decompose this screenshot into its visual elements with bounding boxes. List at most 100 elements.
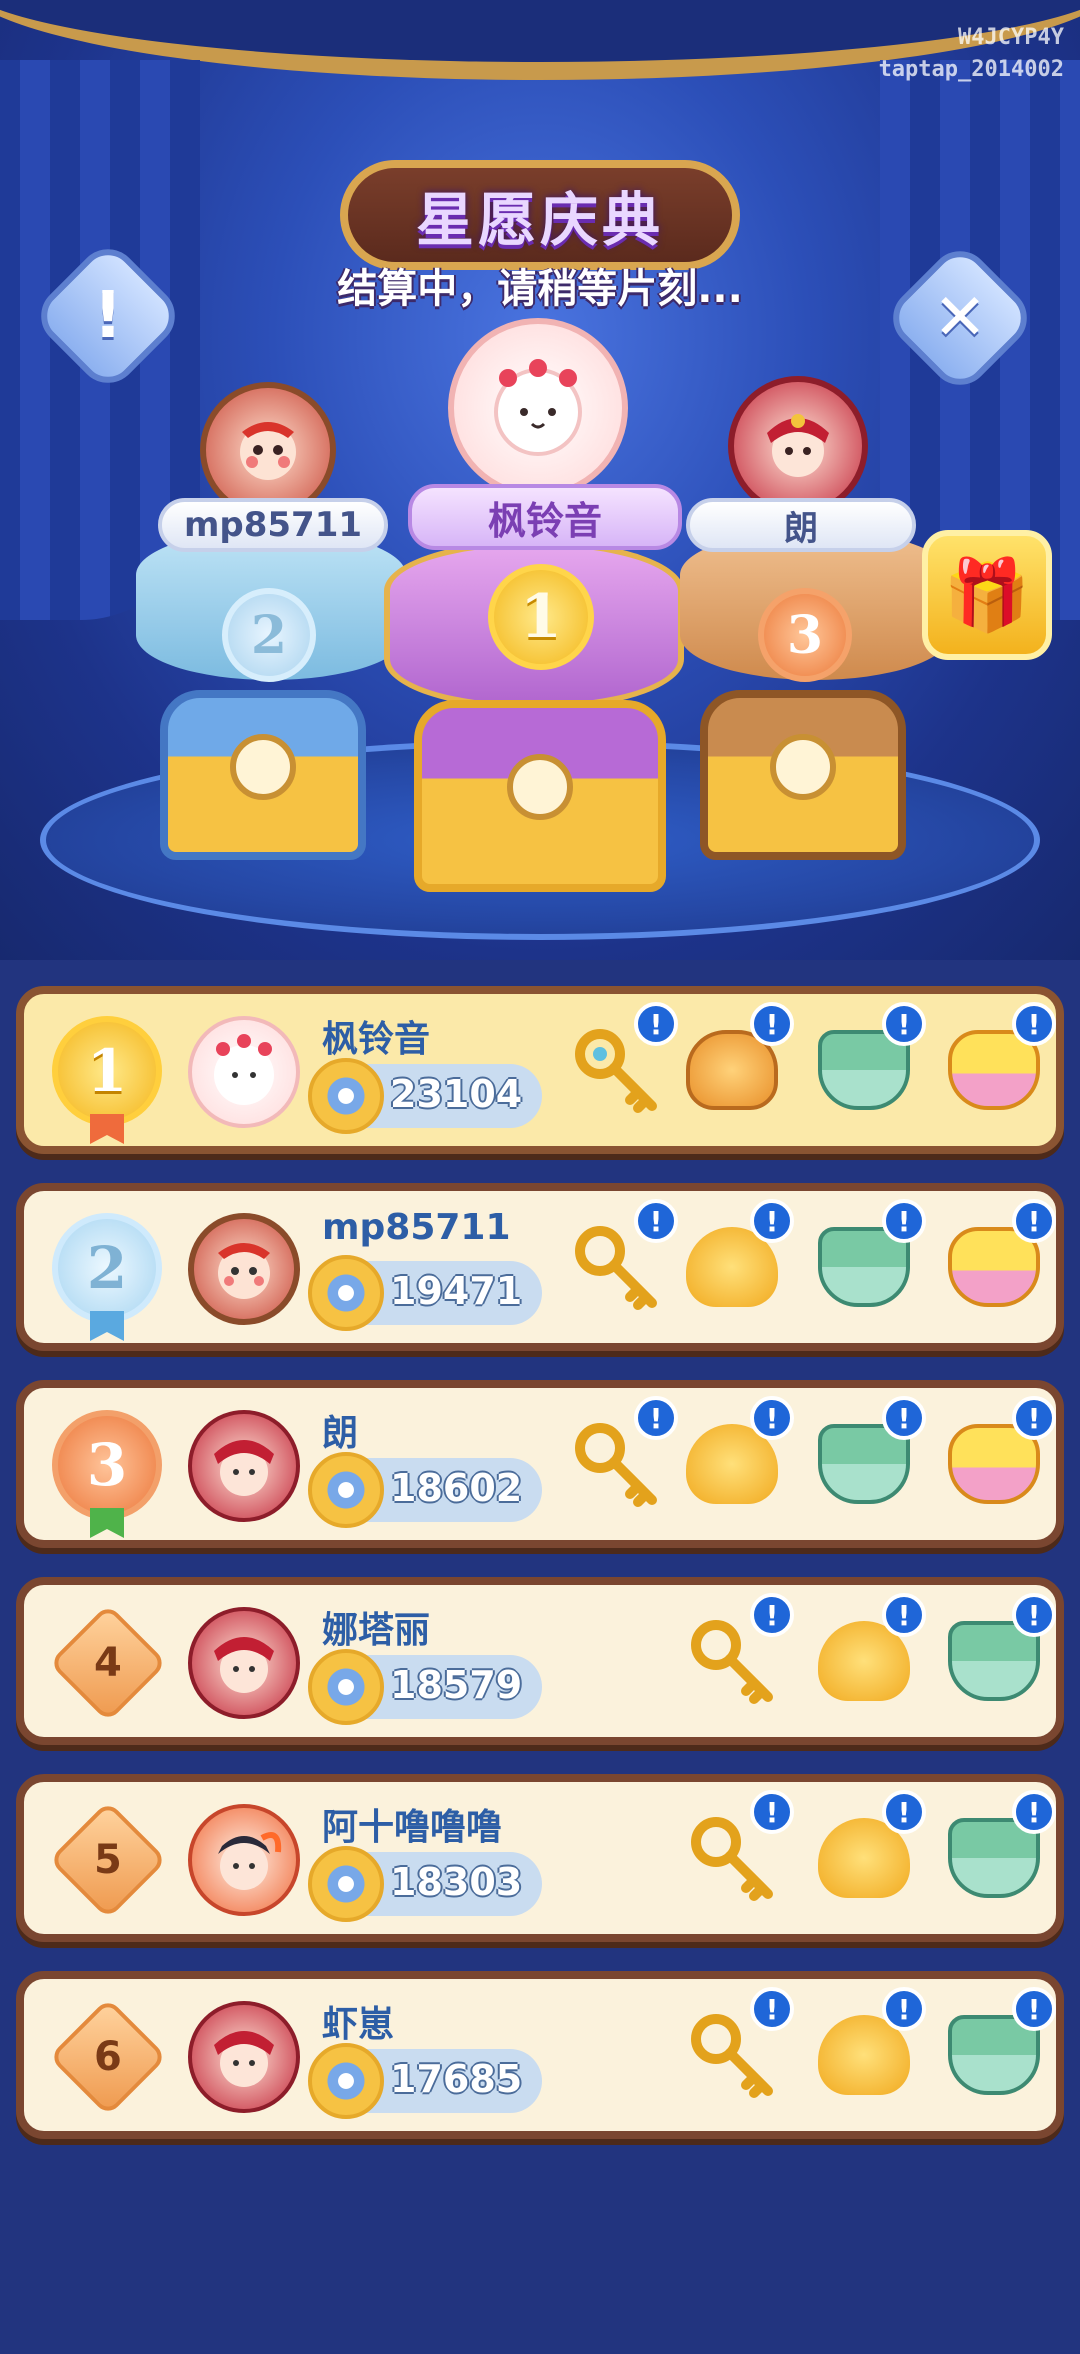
reward-item[interactable]: ! [938,1593,1056,1717]
avatar[interactable] [188,1410,300,1522]
info-badge-icon[interactable]: ! [750,1396,794,1440]
flower-icon [308,2043,384,2119]
rank-diamond-badge: 6 [48,1997,168,2117]
reward-item[interactable]: ! [938,1396,1056,1520]
reward-item[interactable]: ! [676,1593,794,1717]
avatar[interactable] [188,1607,300,1719]
reward-item[interactable]: ! [676,1790,794,1914]
rank-diamond-badge: 4 [48,1603,168,1723]
score-pill: 17685 [308,2043,542,2119]
info-badge-icon[interactable]: ! [1012,1593,1056,1637]
flower-icon [308,1649,384,1725]
info-badge-icon[interactable]: ! [1012,1790,1056,1834]
reward-item[interactable]: ! [808,1790,926,1914]
reward-item[interactable]: ! [808,1002,926,1126]
flower-icon [308,1846,384,1922]
info-badge-icon[interactable]: ! [882,1199,926,1243]
bunny-cake-avatar-icon [494,359,582,456]
info-badge-icon[interactable]: ! [882,1593,926,1637]
ranking-row[interactable]: 5 阿十噜噜噜 18303 ! ! ! [16,1774,1064,1942]
info-badge-icon[interactable]: ! [882,1396,926,1440]
reward-item[interactable]: ! [938,1002,1056,1126]
score-value: 18579 [390,1663,523,1707]
info-badge-icon[interactable]: ! [882,1002,926,1046]
treasure-chest-rank-1[interactable] [414,700,666,892]
reward-item[interactable]: ! [938,1199,1056,1323]
info-badge-icon[interactable]: ! [1012,1396,1056,1440]
opera-girl-avatar-icon [214,2031,274,2087]
silver-medal-icon: 2 [52,1213,162,1323]
ranking-row[interactable]: 4 娜塔丽 18579 ! ! ! [16,1577,1064,1745]
gift-button[interactable]: 🎁 [922,530,1052,660]
info-badge-icon[interactable]: ! [1012,1987,1056,2031]
reward-item[interactable]: ! [808,1199,926,1323]
player-name: 朗 [322,1413,359,1454]
podium-name-rank-3: 朗 [686,498,916,552]
reward-item[interactable]: ! [676,1199,794,1323]
avatar[interactable] [188,2001,300,2113]
podium-avatar-rank-3[interactable] [728,376,868,516]
flower-icon [308,1058,384,1134]
info-badge-icon[interactable]: ! [882,1987,926,2031]
info-badge-icon[interactable]: ! [750,1790,794,1834]
podium-avatar-rank-1[interactable] [448,318,628,498]
reward-item[interactable]: ! [808,1593,926,1717]
reward-item[interactable]: ! [560,1002,678,1126]
info-badge-icon[interactable]: ! [1012,1199,1056,1243]
score-value: 18602 [390,1466,523,1510]
rank-number: 4 [94,1640,122,1686]
score-pill: 23104 [308,1058,542,1134]
treasure-chest-rank-3[interactable] [700,690,906,860]
avatar[interactable] [188,1213,300,1325]
bronze-medal-icon: 3 [52,1410,162,1520]
player-name: 枫铃音 [322,1019,431,1060]
watermark-line-1: W4JCYP4Y [958,25,1064,50]
treasure-chest-rank-2[interactable] [160,690,366,860]
info-badge-icon[interactable]: ! [1012,1002,1056,1046]
info-badge-icon[interactable]: ! [882,1790,926,1834]
info-badge-icon[interactable]: ! [634,1396,678,1440]
exclamation-icon: ! [93,279,123,353]
info-badge-icon[interactable]: ! [750,1987,794,2031]
reward-item[interactable]: ! [676,1396,794,1520]
page-title: 星愿庆典 [415,186,664,254]
reward-item[interactable]: ! [676,1002,794,1126]
info-badge-icon[interactable]: ! [750,1593,794,1637]
score-value: 23104 [390,1072,523,1116]
lion-dance-avatar-icon [218,1243,270,1299]
podium-medal-rank-2: 2 [222,588,316,682]
score-pill: 18602 [308,1452,542,1528]
player-name: 虾崽 [322,2004,395,2045]
ranking-row[interactable]: 1 枫铃音 23104 ! ! ! ! [16,986,1064,1154]
bunny-cake-avatar-icon [214,1034,274,1105]
info-badge-icon[interactable]: ! [634,1199,678,1243]
opera-girl-avatar-icon [767,414,829,477]
medal-ribbon [90,1311,124,1341]
reward-item[interactable]: ! [560,1396,678,1520]
reward-item[interactable]: ! [560,1199,678,1323]
podium-name-rank-2: mp85711 [158,498,388,552]
reward-item[interactable]: ! [938,1987,1056,2111]
ranking-list: 1 枫铃音 23104 ! ! ! ! 2 mp85711 19471 ! ! … [16,986,1064,2168]
player-name: mp85711 [322,1207,511,1248]
info-badge-icon[interactable]: ! [750,1002,794,1046]
gift-icon: 🎁 [943,553,1031,636]
reward-item[interactable]: ! [808,1987,926,2111]
reward-item[interactable]: ! [808,1396,926,1520]
reward-item[interactable]: ! [938,1790,1056,1914]
ranking-row[interactable]: 6 虾崽 17685 ! ! ! [16,1971,1064,2139]
podium-medal-rank-3: 3 [758,588,852,682]
phoenix-boy-avatar-icon [218,1832,282,1890]
avatar[interactable] [188,1804,300,1916]
ranking-row[interactable]: 2 mp85711 19471 ! ! ! ! [16,1183,1064,1351]
ranking-row[interactable]: 3 朗 18602 ! ! ! ! [16,1380,1064,1548]
reward-item[interactable]: ! [676,1987,794,2111]
lock-icon [770,734,836,801]
flower-icon [308,1255,384,1331]
flower-icon [308,1452,384,1528]
score-value: 19471 [390,1269,523,1313]
avatar[interactable] [188,1016,300,1128]
info-badge-icon[interactable]: ! [750,1199,794,1243]
score-value: 18303 [390,1860,523,1904]
info-badge-icon[interactable]: ! [634,1002,678,1046]
